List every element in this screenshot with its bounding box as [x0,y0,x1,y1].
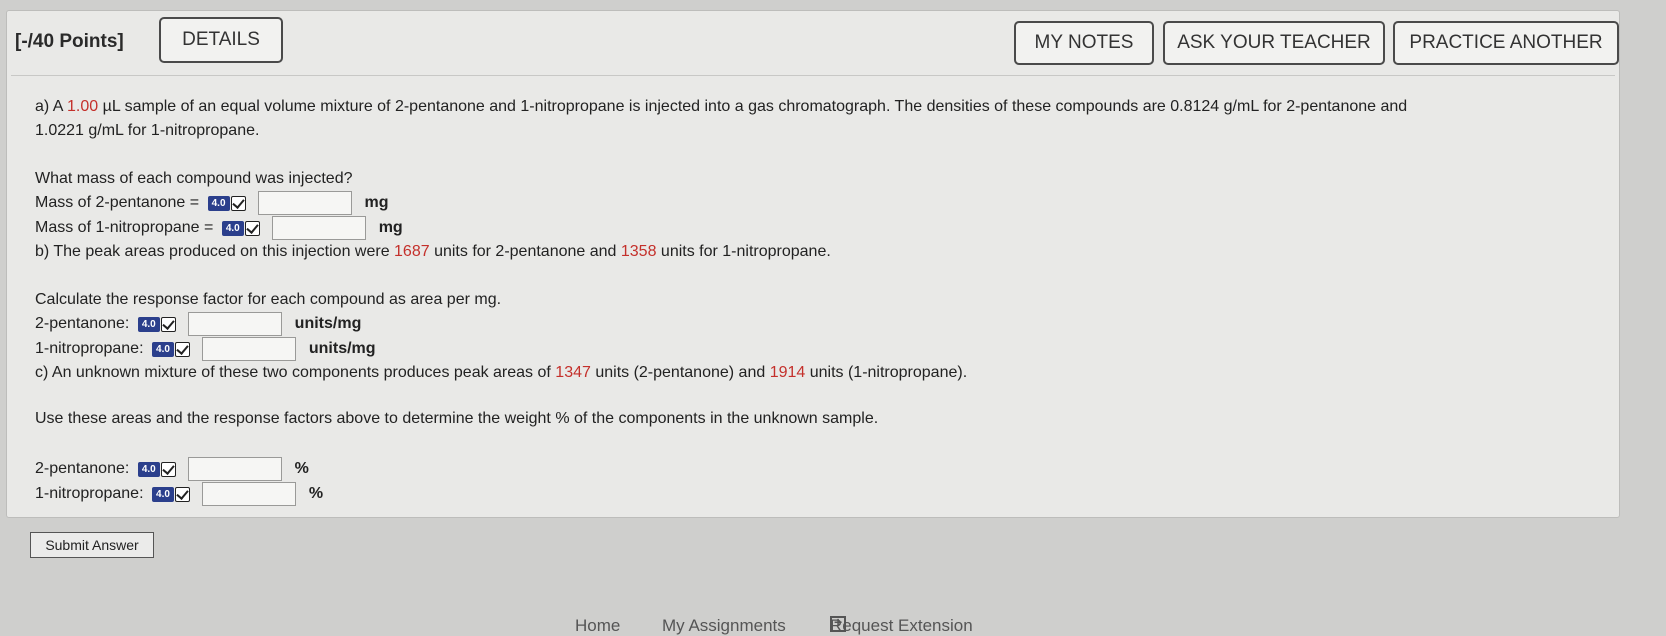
sig-fig-badge: 4.0 [207,195,230,211]
details-button[interactable]: DETAILS [159,17,283,63]
ask-teacher-button[interactable]: ASK YOUR TEACHER [1163,21,1385,65]
rf-nitropropane-input[interactable] [202,337,297,361]
practice-another-button[interactable]: PRACTICE ANOTHER [1393,21,1619,65]
question-header: [-/40 Points] DETAILS MY NOTES ASK YOUR … [7,11,1619,73]
sig-fig-badge: 4.0 [221,220,244,236]
points-label: [-/40 Points] [15,31,124,52]
check-icon [174,341,190,357]
sig-fig-badge: 4.0 [151,341,174,357]
rf-pentanone-row: 2-pentanone: 4.0 units/mg [35,312,361,336]
my-notes-button[interactable]: MY NOTES [1014,21,1154,65]
wt-nitropropane-input[interactable] [202,482,297,506]
rf-pentanone-input[interactable] [188,312,283,336]
wt-pentanone-row: 2-pentanone: 4.0 % [35,457,309,481]
sig-fig-badge: 4.0 [137,461,160,477]
wt-pentanone-input[interactable] [188,457,283,481]
my-assignments-link[interactable]: My Assignments [662,616,786,636]
sig-fig-badge: 4.0 [151,486,174,502]
sig-fig-badge: 4.0 [137,316,160,332]
part-b-question: Calculate the response factor for each c… [35,291,502,308]
part-a-text-line1: a) A 1.00 µL sample of an equal volume m… [35,98,1408,115]
part-c-text: c) An unknown mixture of these two compo… [35,364,968,381]
submit-answer-button[interactable]: Submit Answer [30,532,154,558]
question-card: [-/40 Points] DETAILS MY NOTES ASK YOUR … [6,10,1620,518]
rf-nitropropane-row: 1-nitropropane: 4.0 units/mg [35,337,376,361]
part-c-question: Use these areas and the response factors… [35,410,879,427]
mass-pentanone-row: Mass of 2-pentanone = 4.0 mg [35,191,388,215]
part-a-text-line2: 1.0221 g/mL for 1-nitropropane. [35,122,260,139]
check-icon [160,316,176,332]
check-icon [244,220,260,236]
check-icon [230,195,246,211]
check-icon [174,486,190,502]
mass-pentanone-input[interactable] [258,191,353,215]
mass-nitropropane-input[interactable] [272,216,367,240]
part-b-text: b) The peak areas produced on this injec… [35,243,831,260]
wt-nitropropane-row: 1-nitropropane: 4.0 % [35,482,323,506]
header-divider [11,75,1615,76]
home-link[interactable]: Home [575,616,620,636]
part-a-question: What mass of each compound was injected? [35,170,353,187]
mass-nitropropane-row: Mass of 1-nitropropane = 4.0 mg [35,216,403,240]
check-icon [160,461,176,477]
